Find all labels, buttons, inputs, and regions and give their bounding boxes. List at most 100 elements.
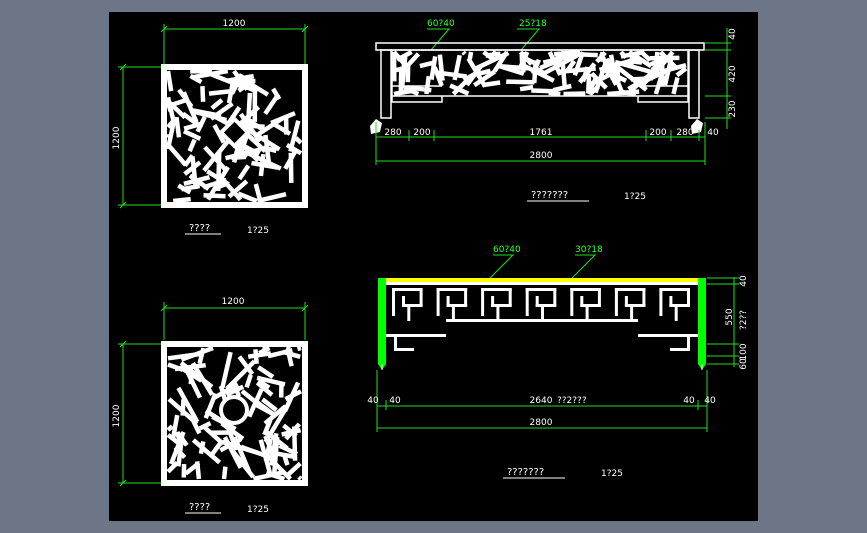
lattice-bar xyxy=(531,88,555,94)
fret-bar xyxy=(669,304,690,307)
fret-bar xyxy=(491,304,512,307)
lattice-bar xyxy=(174,116,182,138)
lattice-bar xyxy=(203,426,225,446)
fret-bar xyxy=(670,348,690,351)
fret-bar xyxy=(446,304,468,307)
lattice-bar xyxy=(220,351,233,389)
fret-bar xyxy=(553,288,557,306)
fret-bar xyxy=(402,304,423,307)
lattice-bar xyxy=(519,84,534,92)
panel-top-left: 1200 1200 ???? 1?25 xyxy=(112,19,309,236)
elev-bottom-right-dim-3: ?2?? xyxy=(739,310,749,330)
top-rail-yellow xyxy=(378,278,706,282)
panel-top-scale: 1?25 xyxy=(247,226,269,236)
elev-bottom-dim-40-c: 40 xyxy=(683,396,695,406)
fret-bar xyxy=(419,288,423,306)
elev-bottom-dim-40-b: 40 xyxy=(389,396,401,406)
elev-top-right-dim-2: 420 xyxy=(728,65,738,82)
panel-top-width-label: 1200 xyxy=(223,19,246,29)
lattice-bar xyxy=(461,50,467,56)
fret-bar xyxy=(659,288,690,291)
elev-top-leader-left: 60?40 xyxy=(427,19,455,29)
lattice-bar xyxy=(671,76,680,95)
elev-bottom-leader-left: 60?40 xyxy=(493,245,521,255)
lattice-bar xyxy=(296,345,302,352)
fret-bar xyxy=(525,288,529,316)
elevation-bottom: 60?40 30?18 40 550 ?2?? 100 60 40 40 264… xyxy=(367,245,749,479)
fret-bar xyxy=(386,282,698,285)
lattice-bar xyxy=(166,424,174,432)
fret-bar xyxy=(464,288,468,306)
fretwork-pattern xyxy=(386,282,698,351)
fret-bar xyxy=(525,288,557,291)
panel-bottom-title: ???? xyxy=(189,502,210,513)
lattice-bar xyxy=(525,56,539,67)
fret-bar xyxy=(402,296,405,307)
center-circle xyxy=(219,395,249,425)
fret-bar xyxy=(535,296,539,307)
lattice-bar xyxy=(247,351,272,359)
lattice-bar xyxy=(183,175,211,186)
fret-bar xyxy=(392,288,395,316)
fret-bar xyxy=(642,288,646,306)
fret-bar xyxy=(570,288,574,316)
elev-bottom-dim-40-a: 40 xyxy=(367,396,379,406)
fret-bar xyxy=(508,288,512,306)
elev-bottom-right-dim-4: 100 xyxy=(739,343,749,360)
lattice-bar xyxy=(237,164,251,181)
fret-bar xyxy=(392,288,423,291)
fret-bar xyxy=(614,288,618,316)
cad-drawing: 1200 1200 ???? 1?25 1200 1200 ???? 1?25 … xyxy=(112,19,749,515)
fret-bar xyxy=(624,304,646,307)
lattice-bar xyxy=(560,64,567,88)
fret-bar xyxy=(669,296,673,307)
fret-bar xyxy=(674,307,678,321)
fret-bar xyxy=(659,288,663,316)
fret-bar xyxy=(541,307,544,321)
leg-left xyxy=(378,278,386,370)
elev-bottom-dim-40-d: 40 xyxy=(704,396,716,406)
drawing-canvas: 1200 1200 ???? 1?25 1200 1200 ???? 1?25 … xyxy=(109,12,758,521)
panel-bottom-width-label: 1200 xyxy=(222,297,245,307)
fret-bar xyxy=(407,307,411,321)
fret-bar xyxy=(580,304,601,307)
elevation-top: 60?40 25?18 40 420 230 280 200 1761 200 … xyxy=(370,19,738,202)
lattice-bar xyxy=(506,79,535,85)
fret-bar xyxy=(638,334,698,337)
lattice-bar xyxy=(424,75,432,95)
fret-bar xyxy=(614,288,646,291)
elev-bottom-scale: 1?25 xyxy=(601,469,623,479)
fret-bar xyxy=(451,307,455,321)
lattice-bar xyxy=(552,83,572,93)
lattice-bar xyxy=(429,56,438,80)
elev-top-overall-dim: 2800 xyxy=(530,151,553,161)
lattice-bar xyxy=(482,80,501,88)
elev-top-dim-40: 40 xyxy=(707,128,719,138)
elev-bottom-right-dim-1: 40 xyxy=(739,275,749,287)
fret-bar xyxy=(496,307,500,321)
panel-bottom-scale: 1?25 xyxy=(247,505,269,515)
fret-bar xyxy=(436,288,468,291)
lattice-bar xyxy=(167,102,176,108)
elev-top-dim-280-right: 280 xyxy=(676,128,693,138)
fret-bar xyxy=(481,288,485,316)
lattice-frieze xyxy=(391,49,688,97)
lattice-bar xyxy=(203,193,226,199)
fret-bar xyxy=(597,288,601,306)
height-dimension xyxy=(118,63,161,209)
lattice-bar xyxy=(281,428,302,437)
elev-bottom-dim-note: ??2??? xyxy=(557,396,587,406)
fret-bar xyxy=(394,348,414,351)
lattice-bar xyxy=(200,85,206,102)
panel-top-height-label: 1200 xyxy=(112,126,122,149)
elev-top-scale: 1?25 xyxy=(624,192,646,202)
lattice-bar xyxy=(198,440,206,455)
lattice-bar xyxy=(607,89,640,97)
height-dimension xyxy=(118,340,161,487)
elev-top-right-dim-3: 230 xyxy=(728,100,738,117)
lattice-bar xyxy=(599,51,605,62)
lattice-bar xyxy=(194,461,202,480)
fret-bar xyxy=(580,296,584,307)
lattice-bar xyxy=(630,75,654,82)
elev-bottom-right-dim-5: 60 xyxy=(739,358,749,370)
